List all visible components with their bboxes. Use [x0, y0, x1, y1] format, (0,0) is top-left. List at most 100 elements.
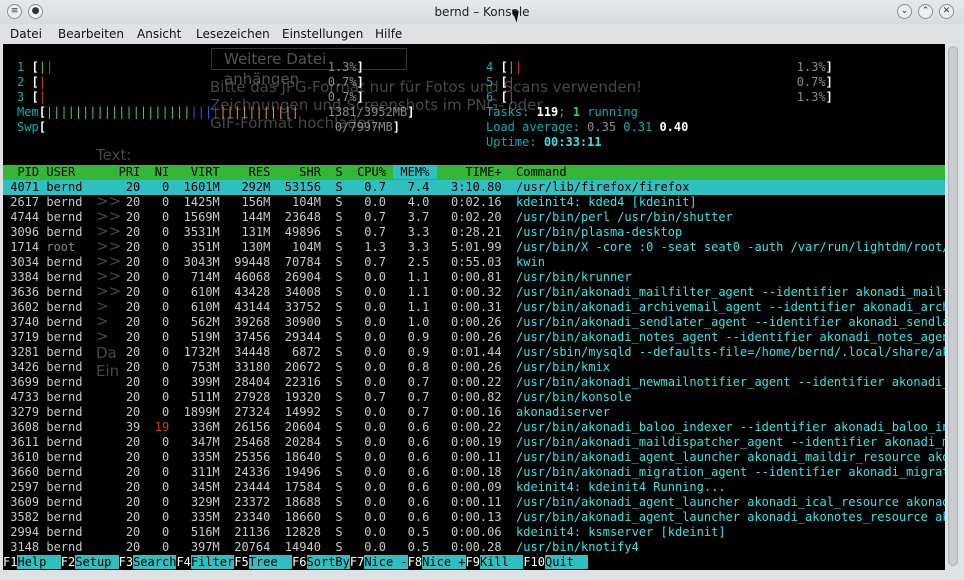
cell-shr: 33752	[277, 300, 329, 314]
table-row[interactable]: 3034 bernd 20 0 3043M 99448 70784 S 0.7 …	[3, 255, 945, 270]
fkey-label[interactable]: Nice -	[364, 555, 408, 569]
cell-user: bernd	[46, 225, 97, 239]
minimize-icon[interactable]: ⌄	[897, 4, 912, 19]
cell-s: S	[328, 255, 350, 269]
cell-cpu: 0.0	[349, 405, 394, 419]
scroll-thumb[interactable]	[948, 46, 958, 566]
table-row[interactable]: 3602 bernd 20 0 610M 43144 33752 S 0.0 1…	[3, 300, 945, 315]
fkey-f8[interactable]: F8	[407, 555, 423, 569]
column-header-ni[interactable]: NI	[148, 165, 177, 179]
fkey-f2[interactable]: F2	[60, 555, 76, 569]
table-row[interactable]: 3281 bernd 20 0 1732M 34448 6872 S 0.0 0…	[3, 345, 945, 360]
process-table-header[interactable]: PID USER PRI NI VIRT RES SHR S CPU% MEM%…	[3, 165, 945, 180]
cell-pri: 20	[96, 240, 148, 254]
table-row[interactable]: 3096 bernd 20 0 3531M 131M 49896 S 0.7 3…	[3, 225, 945, 240]
cell-pri: 20	[96, 405, 148, 419]
fkey-f7[interactable]: F7	[349, 555, 365, 569]
column-header-virt[interactable]: VIRT	[176, 165, 227, 179]
table-row[interactable]: 3279 bernd 20 0 1899M 27324 14992 S 0.0 …	[3, 405, 945, 420]
table-row[interactable]: 3740 bernd 20 0 562M 39268 30900 S 0.0 1…	[3, 315, 945, 330]
table-row[interactable]: 4733 bernd 20 0 511M 27928 19320 S 0.7 0…	[3, 390, 945, 405]
fkey-f6[interactable]: F6	[292, 555, 307, 569]
menu-hilfe[interactable]: Hilfe	[375, 27, 402, 41]
fkey-label[interactable]: Tree	[248, 555, 293, 569]
table-row[interactable]: 3719 bernd 20 0 519M 37456 29344 S 0.0 0…	[3, 330, 945, 345]
terminal-view[interactable]: Weitere Datei anhängen Bitte das JPG-For…	[3, 44, 945, 570]
terminal-scrollbar[interactable]	[945, 44, 961, 570]
cell-pri: 20	[96, 480, 148, 494]
cell-pid: 3609	[3, 495, 47, 509]
table-row[interactable]: 4744 bernd 20 0 1569M 144M 23648 S 0.7 3…	[3, 210, 945, 225]
table-row[interactable]: 3609 bernd 20 0 329M 23372 18688 S 0.0 0…	[3, 495, 945, 510]
column-header-mem[interactable]: MEM%	[393, 165, 437, 179]
column-header-res[interactable]: RES	[227, 165, 278, 179]
table-row[interactable]: 3610 bernd 20 0 335M 25356 18640 S 0.0 0…	[3, 450, 945, 465]
cell-pid: 3610	[3, 450, 47, 464]
cell-cmd: /usr/bin/kmix	[508, 360, 610, 374]
table-row[interactable]: 3426 bernd 20 0 753M 33180 20672 S 0.0 0…	[3, 360, 945, 375]
table-row[interactable]: 2597 bernd 20 0 345M 23444 17584 S 0.0 0…	[3, 480, 945, 495]
column-header-shr[interactable]: SHR	[278, 165, 329, 179]
maximize-icon[interactable]: ⌃	[918, 4, 933, 19]
table-row[interactable]: 1714 root 20 0 351M 130M 104M S 1.3 3.3 …	[3, 240, 945, 255]
table-row[interactable]: 3699 bernd 20 0 399M 28404 22316 S 0.0 0…	[3, 375, 945, 390]
cell-ni: 0	[147, 465, 177, 479]
cell-time: 0:02.20	[436, 210, 509, 224]
cell-pid: 3719	[3, 330, 47, 344]
cell-pid: 3384	[3, 270, 47, 284]
cell-ni: 0	[147, 525, 177, 539]
fkey-label[interactable]: Filter	[190, 555, 235, 569]
close-icon[interactable]: ✕	[939, 4, 954, 19]
column-header-pri[interactable]: PRI	[97, 165, 148, 179]
swap-meter: Swp[ 0/7997MB]	[17, 120, 400, 134]
table-row[interactable]: 3582 bernd 20 0 335M 23340 18660 S 0.0 0…	[3, 510, 945, 525]
fkey-label[interactable]: Kill	[479, 555, 524, 569]
fkey-f1[interactable]: F1	[3, 555, 18, 569]
table-row[interactable]: 3148 bernd 20 0 397M 20764 14940 S 0.0 0…	[3, 540, 945, 555]
cell-shr: 18640	[277, 450, 329, 464]
fkey-f5[interactable]: F5	[234, 555, 249, 569]
fkey-label[interactable]: Help	[17, 555, 61, 569]
cell-user: bernd	[46, 525, 97, 539]
fkey-label[interactable]: Search	[133, 555, 177, 569]
table-row[interactable]: 3611 bernd 20 0 347M 25468 20284 S 0.0 0…	[3, 435, 945, 450]
menu-einstellungen[interactable]: Einstellungen	[282, 27, 363, 41]
menu-bearbeiten[interactable]: Bearbeiten	[58, 27, 124, 41]
column-header-cpu[interactable]: CPU%	[350, 165, 393, 179]
cell-cpu: 1.3	[349, 240, 394, 254]
fkey-f4[interactable]: F4	[176, 555, 191, 569]
cell-time: 0:00.22	[436, 375, 509, 389]
ghost-label: Text:	[96, 146, 132, 164]
column-header-s[interactable]: S	[328, 165, 350, 179]
fkey-f9[interactable]: F9	[465, 555, 480, 569]
fkey-label[interactable]: Quit	[545, 555, 589, 569]
menu-ansicht[interactable]: Ansicht	[137, 27, 181, 41]
table-row[interactable]: 3384 bernd 20 0 714M 46068 26904 S 0.0 1…	[3, 270, 945, 285]
table-row[interactable]: 4071 bernd 20 0 1601M 292M 53156 S 0.7 7…	[3, 180, 945, 195]
cell-virt: 1425M	[176, 195, 227, 209]
cell-shr: 30900	[277, 315, 329, 329]
cell-virt: 519M	[176, 330, 227, 344]
column-header-time[interactable]: TIME+	[437, 165, 509, 179]
table-row[interactable]: 3636 bernd 20 0 610M 43428 34008 S 0.0 1…	[3, 285, 945, 300]
fkey-f3[interactable]: F3	[118, 555, 134, 569]
table-row[interactable]: 2617 bernd 20 0 1425M 156M 104M S 0.0 4.…	[3, 195, 945, 210]
fkey-label[interactable]: SortBy	[306, 555, 350, 569]
fkey-label[interactable]: Nice +	[422, 555, 466, 569]
column-header-user[interactable]: USER	[46, 165, 97, 179]
cell-pri: 20	[96, 465, 148, 479]
cell-ni: 0	[147, 435, 177, 449]
fkey-f10[interactable]: F10	[523, 555, 545, 569]
cpu-meter-3: 3 [| 0.7%]	[17, 90, 364, 104]
function-key-bar[interactable]: F1Help F2Setup F3SearchF4FilterF5Tree F6…	[3, 555, 945, 570]
cell-pri: 20	[96, 435, 148, 449]
table-row[interactable]: 2994 bernd 20 0 516M 21136 12828 S 0.0 0…	[3, 525, 945, 540]
cell-shr: 18688	[277, 495, 329, 509]
menu-datei[interactable]: Datei	[10, 27, 42, 41]
column-header-pid[interactable]: PID	[3, 165, 46, 179]
table-row[interactable]: 3608 bernd 39 19 336M 26156 20604 S 0.0 …	[3, 420, 945, 435]
table-row[interactable]: 3660 bernd 20 0 311M 24336 19496 S 0.0 0…	[3, 465, 945, 480]
menu-lesezeichen[interactable]: Lesezeichen	[196, 27, 270, 41]
column-header-command[interactable]: Command	[509, 165, 942, 179]
fkey-label[interactable]: Setup	[75, 555, 119, 569]
